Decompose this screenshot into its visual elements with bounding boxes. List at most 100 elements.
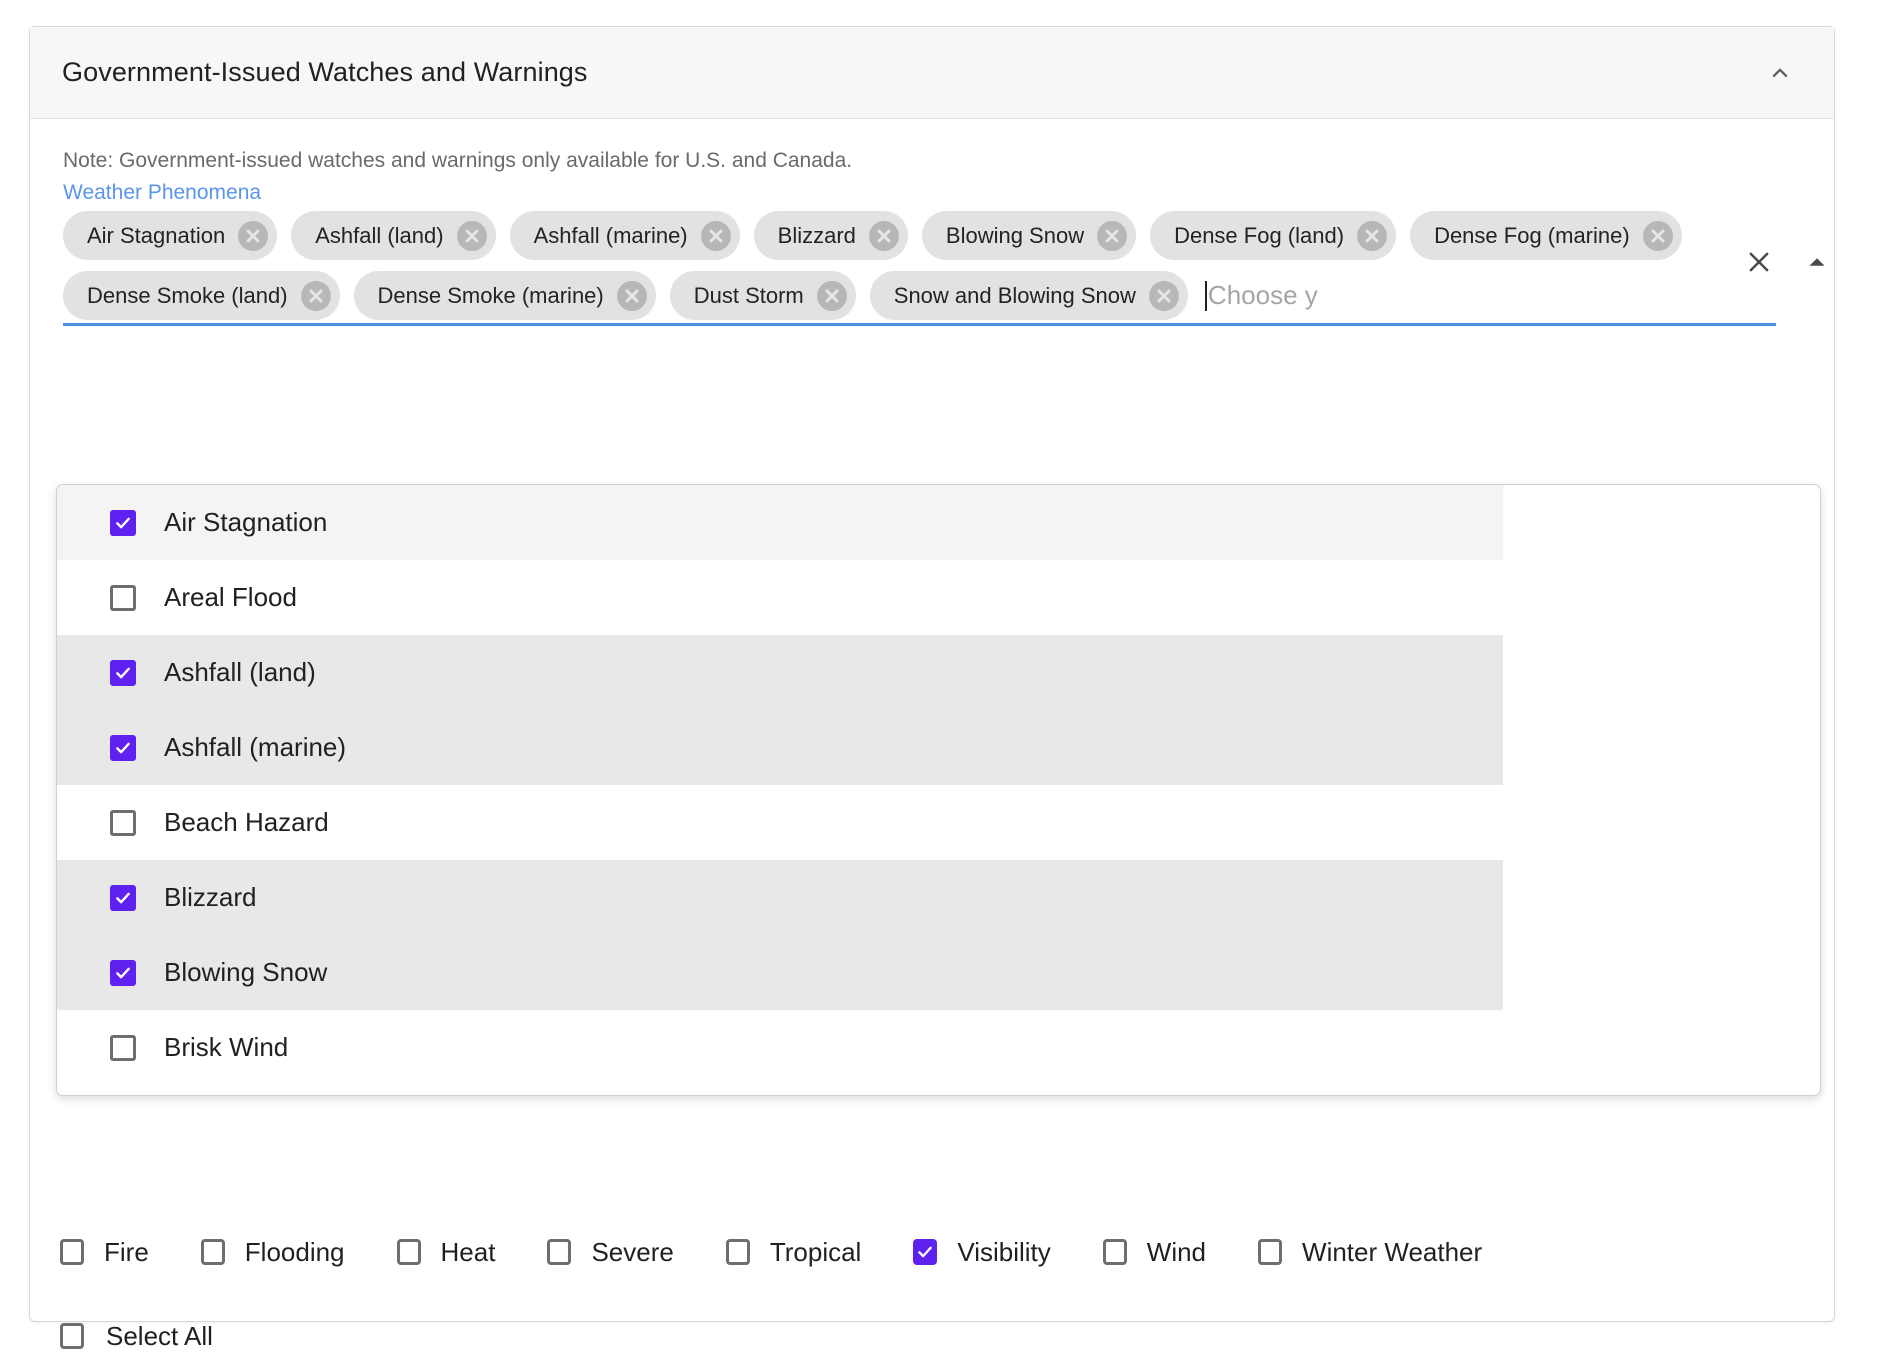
- chip[interactable]: Dense Smoke (land): [63, 271, 340, 320]
- dropdown-option-label: Blizzard: [164, 882, 257, 912]
- dropdown-option-label: Brisk Wind: [164, 1032, 289, 1062]
- chip-remove-icon[interactable]: [300, 280, 331, 311]
- chip-label: Ashfall (land): [315, 222, 444, 248]
- dropdown-option-label: Ashfall (marine): [164, 732, 347, 762]
- dropdown-option[interactable]: Blizzard: [57, 860, 1503, 935]
- chip-remove-icon[interactable]: [868, 220, 899, 251]
- chip[interactable]: Blowing Snow: [921, 211, 1137, 260]
- chip[interactable]: Dust Storm: [669, 271, 856, 320]
- checkbox-checked-icon[interactable]: [913, 1239, 938, 1265]
- chip-remove-icon[interactable]: [456, 220, 487, 251]
- availability-note: Note: Government-issued watches and warn…: [63, 149, 853, 172]
- dropdown-option[interactable]: Ashfall (land): [57, 635, 1503, 710]
- dropdown-option[interactable]: Blowing Snow: [57, 935, 1503, 1010]
- chip-remove-icon[interactable]: [1642, 220, 1673, 251]
- chip[interactable]: Air Stagnation: [63, 211, 278, 260]
- category-label: Select All: [106, 1320, 213, 1351]
- dropdown-option[interactable]: Areal Flood: [57, 560, 1503, 635]
- checkbox-checked-icon[interactable]: [110, 734, 136, 761]
- field-actions: [1742, 245, 1834, 279]
- checkbox-checked-icon[interactable]: [110, 509, 136, 536]
- dropdown-option[interactable]: Ashfall (marine): [57, 710, 1503, 785]
- chip-label: Dense Fog (land): [1174, 222, 1345, 248]
- chip-remove-icon[interactable]: [816, 280, 847, 311]
- chip[interactable]: Dense Smoke (marine): [353, 271, 656, 320]
- dropdown-option-list[interactable]: Air Stagnation Areal Flood Ashfall (land) A…: [57, 485, 1503, 1095]
- watches-warnings-card: Government-Issued Watches and Warnings N…: [29, 26, 1835, 1351]
- checkbox-checked-icon[interactable]: [110, 659, 136, 686]
- text-caret: [1204, 280, 1207, 311]
- dropdown-option-label: Ashfall (land): [164, 657, 316, 687]
- chip-label: Ashfall (marine): [533, 222, 688, 248]
- chip-remove-icon[interactable]: [1357, 220, 1388, 251]
- card-header[interactable]: Government-Issued Watches and Warnings: [30, 27, 1834, 119]
- category-checkbox-item[interactable]: Select All: [60, 1321, 213, 1352]
- chevron-up-icon: [1772, 68, 1788, 77]
- weather-phenomena-field[interactable]: Air Stagnation Ashfall (land) Ashfall (mar…: [63, 211, 1776, 326]
- category-label: Severe: [591, 1236, 674, 1267]
- weather-phenomena-dropdown[interactable]: Air Stagnation Areal Flood Ashfall (land) A…: [56, 484, 1821, 1096]
- checkbox-unchecked-icon[interactable]: [110, 809, 136, 836]
- dropdown-option-label: Blowing Snow: [164, 957, 328, 987]
- category-filters: Fire Flooding Heat Severe Tropical Visibility…: [30, 1221, 1834, 1354]
- checkbox-unchecked-icon[interactable]: [60, 1323, 84, 1349]
- chip-remove-icon[interactable]: [616, 280, 647, 311]
- category-checkbox-item[interactable]: Visibility: [913, 1237, 1051, 1268]
- chip-remove-icon[interactable]: [1148, 280, 1179, 311]
- search-input[interactable]: Choose y: [1202, 273, 1318, 319]
- page-title: Government-Issued Watches and Warnings: [62, 57, 588, 87]
- dropdown-option-label: Air Stagnation: [164, 507, 328, 537]
- checkbox-unchecked-icon[interactable]: [60, 1239, 84, 1265]
- category-checkbox-item[interactable]: Tropical: [725, 1237, 861, 1268]
- category-label: Flooding: [244, 1236, 345, 1267]
- chip-label: Snow and Blowing Snow: [893, 282, 1136, 308]
- category-checkbox-item[interactable]: Winter Weather: [1258, 1237, 1482, 1268]
- chip-label: Dense Smoke (marine): [377, 282, 604, 308]
- category-row-select-all: Select All: [60, 1305, 1804, 1354]
- checkbox-unchecked-icon[interactable]: [547, 1239, 572, 1265]
- checkbox-unchecked-icon[interactable]: [1258, 1239, 1283, 1265]
- toggle-dropdown-button[interactable]: [1800, 245, 1834, 279]
- dropdown-option[interactable]: Air Stagnation: [57, 485, 1503, 560]
- chip-label: Air Stagnation: [87, 222, 226, 248]
- clear-all-button[interactable]: [1742, 245, 1776, 279]
- chip-remove-icon[interactable]: [238, 220, 269, 251]
- category-checkbox-item[interactable]: Wind: [1102, 1237, 1206, 1268]
- weather-phenomena-label: Weather Phenomena: [63, 181, 262, 204]
- dropdown-option[interactable]: Beach Hazard: [57, 785, 1503, 860]
- checkbox-unchecked-icon[interactable]: [725, 1239, 750, 1265]
- checkbox-checked-icon[interactable]: [110, 884, 136, 911]
- category-label: Heat: [440, 1236, 496, 1267]
- checkbox-checked-icon[interactable]: [110, 959, 136, 986]
- checkbox-unchecked-icon[interactable]: [110, 1034, 136, 1061]
- category-row-primary: Fire Flooding Heat Severe Tropical Visibility…: [60, 1221, 1804, 1283]
- dropdown-option[interactable]: Coastal Flood: [57, 1085, 1503, 1095]
- chip[interactable]: Snow and Blowing Snow: [869, 271, 1188, 320]
- chip-remove-icon[interactable]: [1097, 220, 1128, 251]
- checkbox-unchecked-icon[interactable]: [1102, 1239, 1127, 1265]
- category-checkbox-item[interactable]: Fire: [60, 1237, 149, 1268]
- chip[interactable]: Ashfall (land): [291, 211, 496, 260]
- chip[interactable]: Blizzard: [753, 211, 908, 260]
- chip-label: Dense Smoke (land): [87, 282, 288, 308]
- chip-remove-icon[interactable]: [700, 220, 731, 251]
- chip[interactable]: Dense Fog (marine): [1410, 211, 1682, 260]
- category-label: Winter Weather: [1302, 1236, 1483, 1267]
- chip[interactable]: Ashfall (marine): [509, 211, 740, 260]
- card-body: Note: Government-issued watches and warn…: [30, 119, 1834, 1351]
- dropdown-option-label: Beach Hazard: [164, 807, 329, 837]
- checkbox-unchecked-icon[interactable]: [396, 1239, 421, 1265]
- dropdown-option[interactable]: Brisk Wind: [57, 1010, 1503, 1085]
- category-label: Fire: [104, 1236, 149, 1267]
- category-checkbox-item[interactable]: Flooding: [200, 1236, 345, 1268]
- category-checkbox-item[interactable]: Severe: [547, 1236, 674, 1268]
- chip-label: Blowing Snow: [945, 222, 1085, 248]
- checkbox-unchecked-icon[interactable]: [200, 1239, 225, 1265]
- collapse-panel-button[interactable]: [1758, 51, 1802, 95]
- chip[interactable]: Dense Fog (land): [1150, 211, 1397, 260]
- checkbox-unchecked-icon[interactable]: [110, 584, 136, 611]
- dropdown-option-label: Areal Flood: [164, 582, 297, 612]
- category-checkbox-item[interactable]: Heat: [396, 1236, 496, 1268]
- close-icon: [1749, 252, 1769, 272]
- chip-label: Blizzard: [777, 222, 856, 248]
